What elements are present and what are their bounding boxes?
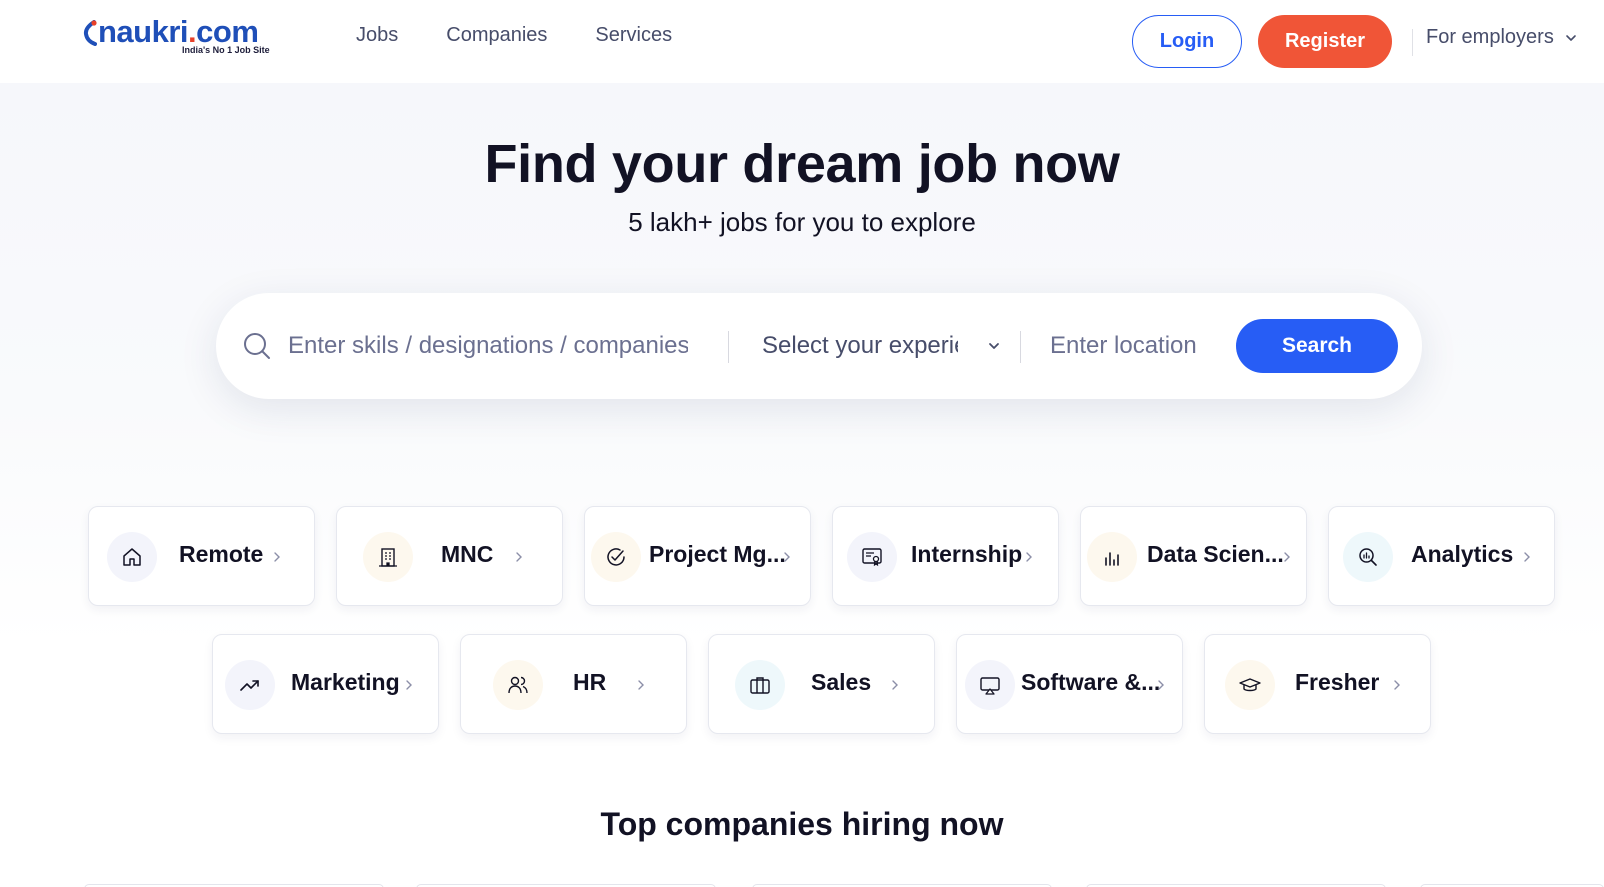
chip-icon-bg <box>1087 532 1137 582</box>
category-chip-data-science[interactable]: Data Scien... <box>1080 506 1307 606</box>
experience-dropdown-label: Select your experience <box>762 332 958 359</box>
chip-label: Data Scien... <box>1147 541 1284 567</box>
chip-label: MNC <box>441 541 494 567</box>
location-input[interactable] <box>1050 323 1240 369</box>
login-button[interactable]: Login <box>1132 15 1242 68</box>
magnify-chart-icon <box>1359 548 1377 566</box>
chip-icon-bg <box>225 660 275 710</box>
chip-label: Fresher <box>1295 669 1380 695</box>
nav-companies[interactable]: Companies <box>446 24 547 47</box>
chip-icon-bg <box>107 532 157 582</box>
chip-label: Internship <box>911 541 1023 567</box>
chevron-right-icon <box>516 552 522 562</box>
register-button[interactable]: Register <box>1258 15 1392 68</box>
chip-label: HR <box>573 669 607 695</box>
chip-label: Marketing <box>291 669 400 695</box>
category-chips-row-2: Marketing HR Sales Software &... Fresher <box>0 634 1604 734</box>
chevron-down-icon <box>989 343 999 349</box>
chevron-right-icon <box>784 552 790 562</box>
chip-label: Remote <box>179 541 264 567</box>
hero-subtitle: 5 lakh+ jobs for you to explore <box>628 207 976 237</box>
chevron-right-icon <box>274 552 280 562</box>
chip-icon-bg <box>735 660 785 710</box>
chip-icon-bg <box>1343 532 1393 582</box>
people-icon <box>508 676 528 694</box>
nav-jobs[interactable]: Jobs <box>356 24 398 47</box>
top-companies-title: Top companies hiring now <box>600 806 1004 842</box>
hero-title: Find your dream job now <box>484 134 1120 194</box>
category-chip-project-management[interactable]: Project Mg... <box>584 506 811 606</box>
chevron-right-icon <box>1284 552 1290 562</box>
search-button[interactable]: Search <box>1236 319 1398 373</box>
chip-label: Analytics <box>1411 541 1514 567</box>
logo-mark-icon <box>83 20 97 46</box>
chevron-right-icon <box>892 680 898 690</box>
main-nav: Jobs Companies Services <box>356 24 672 47</box>
category-chip-software-it[interactable]: Software &... <box>956 634 1183 734</box>
search-icon <box>244 333 270 359</box>
chevron-right-icon <box>638 680 644 690</box>
chevron-down-icon <box>1566 34 1576 41</box>
graduation-cap-icon <box>1239 678 1261 692</box>
chip-label: Project Mg... <box>649 541 786 567</box>
search-divider <box>1020 331 1021 363</box>
category-chip-internship[interactable]: Internship <box>832 506 1059 606</box>
category-chip-hr[interactable]: HR <box>460 634 687 734</box>
category-chip-mnc[interactable]: MNC <box>336 506 563 606</box>
skills-search-input[interactable] <box>288 323 688 369</box>
bar-chart-icon <box>1105 552 1119 566</box>
category-chip-fresher[interactable]: Fresher <box>1204 634 1431 734</box>
chevron-right-icon <box>1524 552 1530 562</box>
chevron-right-icon <box>1158 680 1164 690</box>
briefcase-icon <box>750 677 770 694</box>
chip-icon-bg <box>847 532 897 582</box>
chevron-right-icon <box>1026 552 1032 562</box>
chevron-right-icon <box>406 680 412 690</box>
category-chip-remote[interactable]: Remote <box>88 506 315 606</box>
header-divider <box>1412 29 1413 56</box>
chip-icon-bg <box>1225 660 1275 710</box>
search-divider <box>728 331 729 363</box>
category-chip-sales[interactable]: Sales <box>708 634 935 734</box>
category-chip-analytics[interactable]: Analytics <box>1328 506 1555 606</box>
chip-icon-bg <box>591 532 641 582</box>
check-circle-icon <box>607 548 625 566</box>
home-icon <box>123 548 141 566</box>
chevron-right-icon <box>1394 680 1400 690</box>
monitor-icon <box>980 677 1000 695</box>
trend-up-icon <box>240 680 259 691</box>
chip-label: Sales <box>811 669 872 695</box>
category-chips-row-1: Remote MNC Project Mg... Internship Data… <box>0 506 1604 606</box>
building-icon <box>379 548 397 567</box>
chip-icon-bg <box>965 660 1015 710</box>
chip-label: Software &... <box>1021 669 1161 695</box>
for-employers-menu[interactable]: For employers <box>1426 26 1578 49</box>
experience-dropdown[interactable]: Select your experience <box>762 323 1002 369</box>
nav-services[interactable]: Services <box>595 24 672 47</box>
job-search-bar: Select your experience Search <box>216 293 1422 399</box>
naukri-logo[interactable]: naukri.com India's No 1 Job Site <box>83 14 284 60</box>
chip-icon-bg <box>363 532 413 582</box>
category-chip-marketing[interactable]: Marketing <box>212 634 439 734</box>
chip-icon-bg <box>493 660 543 710</box>
for-employers-label: For employers <box>1426 26 1554 48</box>
certificate-icon <box>862 548 882 567</box>
logo-tagline: India's No 1 Job Site <box>182 45 270 55</box>
hero-section <box>0 83 1604 887</box>
top-header: naukri.com India's No 1 Job Site Jobs Co… <box>0 0 1604 83</box>
